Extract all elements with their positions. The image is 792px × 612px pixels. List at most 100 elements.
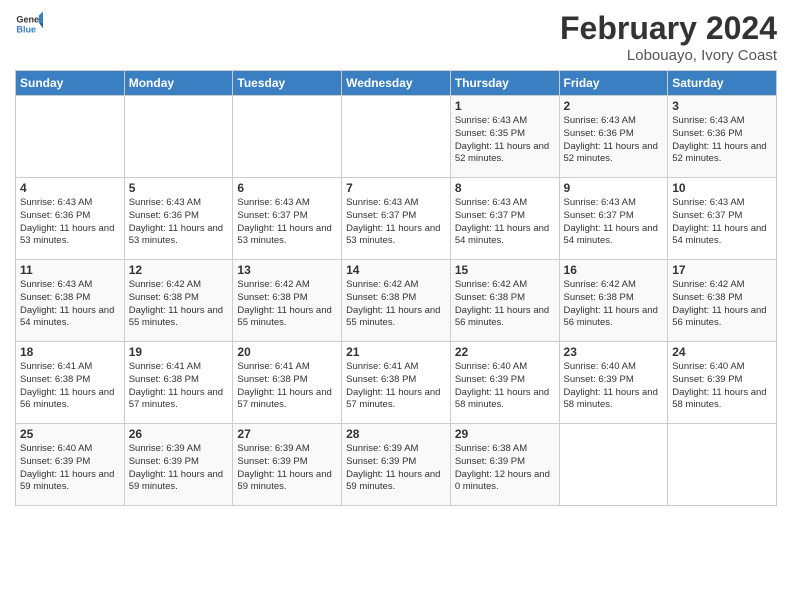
day-number: 25 bbox=[20, 427, 120, 441]
table-row bbox=[668, 424, 777, 506]
day-info: Sunrise: 6:41 AM Sunset: 6:38 PM Dayligh… bbox=[129, 361, 229, 412]
week-row-4: 25 Sunrise: 6:40 AM Sunset: 6:39 PM Dayli… bbox=[16, 424, 777, 506]
day-info: Sunrise: 6:39 AM Sunset: 6:39 PM Dayligh… bbox=[346, 443, 446, 494]
day-number: 26 bbox=[129, 427, 229, 441]
table-row: 15Sunrise: 6:42 AM Sunset: 6:38 PM Dayli… bbox=[450, 260, 559, 342]
svg-text:Blue: Blue bbox=[16, 24, 36, 34]
day-number: 7 bbox=[346, 181, 446, 195]
table-row: 19 Sunrise: 6:41 AM Sunset: 6:38 PM Dayli… bbox=[124, 342, 233, 424]
table-row: 25 Sunrise: 6:40 AM Sunset: 6:39 PM Dayli… bbox=[16, 424, 125, 506]
header-wednesday: Wednesday bbox=[342, 71, 451, 96]
logo: General Blue bbox=[15, 10, 43, 38]
header-thursday: Thursday bbox=[450, 71, 559, 96]
day-number: 11 bbox=[20, 263, 120, 277]
table-row: 4Sunrise: 6:43 AM Sunset: 6:36 PM Daylig… bbox=[16, 178, 125, 260]
day-info: Sunrise: 6:40 AM Sunset: 6:39 PM Dayligh… bbox=[20, 443, 120, 494]
day-info: Sunrise: 6:43 AM Sunset: 6:36 PM Dayligh… bbox=[564, 115, 664, 166]
day-number: 19 bbox=[129, 345, 229, 359]
table-row: 8 Sunrise: 6:43 AM Sunset: 6:37 PM Daylig… bbox=[450, 178, 559, 260]
title-block: February 2024 Lobouayo, Ivory Coast bbox=[560, 10, 777, 64]
header-saturday: Saturday bbox=[668, 71, 777, 96]
table-row bbox=[342, 96, 451, 178]
table-row: 26 Sunrise: 6:39 AM Sunset: 6:39 PM Dayli… bbox=[124, 424, 233, 506]
page: General Blue February 2024 Lobouayo, Ivo… bbox=[0, 0, 792, 612]
day-number: 13 bbox=[237, 263, 337, 277]
table-row: 29Sunrise: 6:38 AM Sunset: 6:39 PM Dayli… bbox=[450, 424, 559, 506]
day-number: 29 bbox=[455, 427, 555, 441]
week-row-3: 18 Sunrise: 6:41 AM Sunset: 6:38 PM Dayli… bbox=[16, 342, 777, 424]
day-info: Sunrise: 6:43 AM Sunset: 6:37 PM Dayligh… bbox=[455, 197, 555, 248]
day-number: 21 bbox=[346, 345, 446, 359]
day-number: 1 bbox=[455, 99, 555, 113]
day-info: Sunrise: 6:42 AM Sunset: 6:38 PM Dayligh… bbox=[564, 279, 664, 330]
day-number: 20 bbox=[237, 345, 337, 359]
day-info: Sunrise: 6:42 AM Sunset: 6:38 PM Dayligh… bbox=[346, 279, 446, 330]
table-row bbox=[559, 424, 668, 506]
day-number: 27 bbox=[237, 427, 337, 441]
table-row: 18 Sunrise: 6:41 AM Sunset: 6:38 PM Dayli… bbox=[16, 342, 125, 424]
header: General Blue February 2024 Lobouayo, Ivo… bbox=[15, 10, 777, 64]
table-row: 6 Sunrise: 6:43 AM Sunset: 6:37 PM Daylig… bbox=[233, 178, 342, 260]
day-info: Sunrise: 6:42 AM Sunset: 6:38 PM Dayligh… bbox=[129, 279, 229, 330]
table-row: 9Sunrise: 6:43 AM Sunset: 6:37 PM Daylig… bbox=[559, 178, 668, 260]
table-row: 2 Sunrise: 6:43 AM Sunset: 6:36 PM Daylig… bbox=[559, 96, 668, 178]
day-info: Sunrise: 6:41 AM Sunset: 6:38 PM Dayligh… bbox=[20, 361, 120, 412]
table-row: 27Sunrise: 6:39 AM Sunset: 6:39 PM Dayli… bbox=[233, 424, 342, 506]
table-row bbox=[16, 96, 125, 178]
table-row: 11 Sunrise: 6:43 AM Sunset: 6:38 PM Dayli… bbox=[16, 260, 125, 342]
day-info: Sunrise: 6:43 AM Sunset: 6:37 PM Dayligh… bbox=[237, 197, 337, 248]
day-info: Sunrise: 6:42 AM Sunset: 6:38 PM Dayligh… bbox=[672, 279, 772, 330]
day-number: 10 bbox=[672, 181, 772, 195]
table-row: 16 Sunrise: 6:42 AM Sunset: 6:38 PM Dayli… bbox=[559, 260, 668, 342]
table-row: 3Sunrise: 6:43 AM Sunset: 6:36 PM Daylig… bbox=[668, 96, 777, 178]
calendar-title: February 2024 bbox=[560, 10, 777, 47]
day-info: Sunrise: 6:39 AM Sunset: 6:39 PM Dayligh… bbox=[129, 443, 229, 494]
table-row: 7 Sunrise: 6:43 AM Sunset: 6:37 PM Daylig… bbox=[342, 178, 451, 260]
day-number: 28 bbox=[346, 427, 446, 441]
table-row: 10Sunrise: 6:43 AM Sunset: 6:37 PM Dayli… bbox=[668, 178, 777, 260]
table-row: 23 Sunrise: 6:40 AM Sunset: 6:39 PM Dayli… bbox=[559, 342, 668, 424]
table-row: 14 Sunrise: 6:42 AM Sunset: 6:38 PM Dayli… bbox=[342, 260, 451, 342]
week-row-2: 11 Sunrise: 6:43 AM Sunset: 6:38 PM Dayli… bbox=[16, 260, 777, 342]
day-info: Sunrise: 6:41 AM Sunset: 6:38 PM Dayligh… bbox=[237, 361, 337, 412]
day-number: 8 bbox=[455, 181, 555, 195]
day-info: Sunrise: 6:41 AM Sunset: 6:38 PM Dayligh… bbox=[346, 361, 446, 412]
table-row: 22 Sunrise: 6:40 AM Sunset: 6:39 PM Dayli… bbox=[450, 342, 559, 424]
table-row: 1 Sunrise: 6:43 AM Sunset: 6:35 PM Daylig… bbox=[450, 96, 559, 178]
day-info: Sunrise: 6:43 AM Sunset: 6:37 PM Dayligh… bbox=[346, 197, 446, 248]
calendar-table: Sunday Monday Tuesday Wednesday Thursday… bbox=[15, 70, 777, 506]
table-row: 5 Sunrise: 6:43 AM Sunset: 6:36 PM Daylig… bbox=[124, 178, 233, 260]
weekday-header-row: Sunday Monday Tuesday Wednesday Thursday… bbox=[16, 71, 777, 96]
day-number: 22 bbox=[455, 345, 555, 359]
day-number: 18 bbox=[20, 345, 120, 359]
table-row: 28 Sunrise: 6:39 AM Sunset: 6:39 PM Dayli… bbox=[342, 424, 451, 506]
day-info: Sunrise: 6:42 AM Sunset: 6:38 PM Dayligh… bbox=[237, 279, 337, 330]
calendar-subtitle: Lobouayo, Ivory Coast bbox=[560, 47, 777, 64]
day-info: Sunrise: 6:40 AM Sunset: 6:39 PM Dayligh… bbox=[564, 361, 664, 412]
day-number: 4 bbox=[20, 181, 120, 195]
day-number: 2 bbox=[564, 99, 664, 113]
table-row: 24Sunrise: 6:40 AM Sunset: 6:39 PM Dayli… bbox=[668, 342, 777, 424]
table-row bbox=[124, 96, 233, 178]
week-row-0: 1 Sunrise: 6:43 AM Sunset: 6:35 PM Daylig… bbox=[16, 96, 777, 178]
day-number: 6 bbox=[237, 181, 337, 195]
day-info: Sunrise: 6:43 AM Sunset: 6:36 PM Dayligh… bbox=[129, 197, 229, 248]
day-number: 16 bbox=[564, 263, 664, 277]
day-number: 15 bbox=[455, 263, 555, 277]
day-info: Sunrise: 6:40 AM Sunset: 6:39 PM Dayligh… bbox=[455, 361, 555, 412]
day-number: 9 bbox=[564, 181, 664, 195]
table-row: 13 Sunrise: 6:42 AM Sunset: 6:38 PM Dayli… bbox=[233, 260, 342, 342]
header-monday: Monday bbox=[124, 71, 233, 96]
table-row: 20 Sunrise: 6:41 AM Sunset: 6:38 PM Dayli… bbox=[233, 342, 342, 424]
day-info: Sunrise: 6:43 AM Sunset: 6:36 PM Dayligh… bbox=[672, 115, 772, 166]
table-row: 21 Sunrise: 6:41 AM Sunset: 6:38 PM Dayli… bbox=[342, 342, 451, 424]
day-number: 5 bbox=[129, 181, 229, 195]
table-row bbox=[233, 96, 342, 178]
day-info: Sunrise: 6:43 AM Sunset: 6:35 PM Dayligh… bbox=[455, 115, 555, 166]
day-number: 23 bbox=[564, 345, 664, 359]
header-tuesday: Tuesday bbox=[233, 71, 342, 96]
day-number: 14 bbox=[346, 263, 446, 277]
day-number: 17 bbox=[672, 263, 772, 277]
day-number: 24 bbox=[672, 345, 772, 359]
day-info: Sunrise: 6:43 AM Sunset: 6:38 PM Dayligh… bbox=[20, 279, 120, 330]
